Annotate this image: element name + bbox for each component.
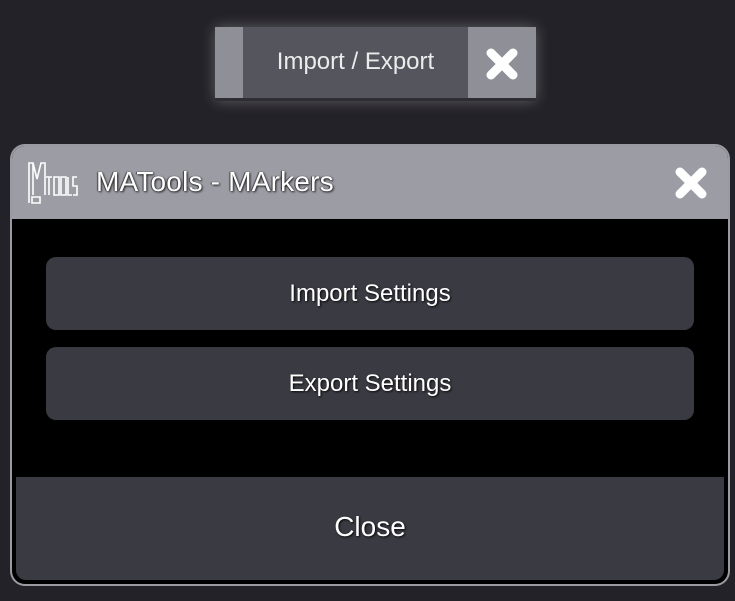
export-settings-button[interactable]: Export Settings [46,347,694,420]
tab-handle[interactable] [215,27,243,101]
dialog-titlebar[interactable]: MATools - MArkers [12,146,728,219]
matools-logo-icon [28,162,78,204]
close-x-icon [675,167,707,199]
dialog-title: MATools - MArkers [96,166,334,197]
dialog-content: Import Settings Export Settings [16,219,724,477]
tab-label[interactable]: Import / Export [243,27,468,101]
dialog-close-button[interactable] [668,160,714,206]
tab-close-button[interactable] [468,27,536,101]
tab-underline [215,98,536,101]
matools-dialog: MATools - MArkers Import Settings Export… [12,146,728,584]
close-button[interactable]: Close [16,477,724,580]
close-x-icon [486,48,518,80]
import-export-tab[interactable]: Import / Export [215,27,536,101]
matools-logo [26,159,78,205]
import-settings-button[interactable]: Import Settings [46,257,694,330]
